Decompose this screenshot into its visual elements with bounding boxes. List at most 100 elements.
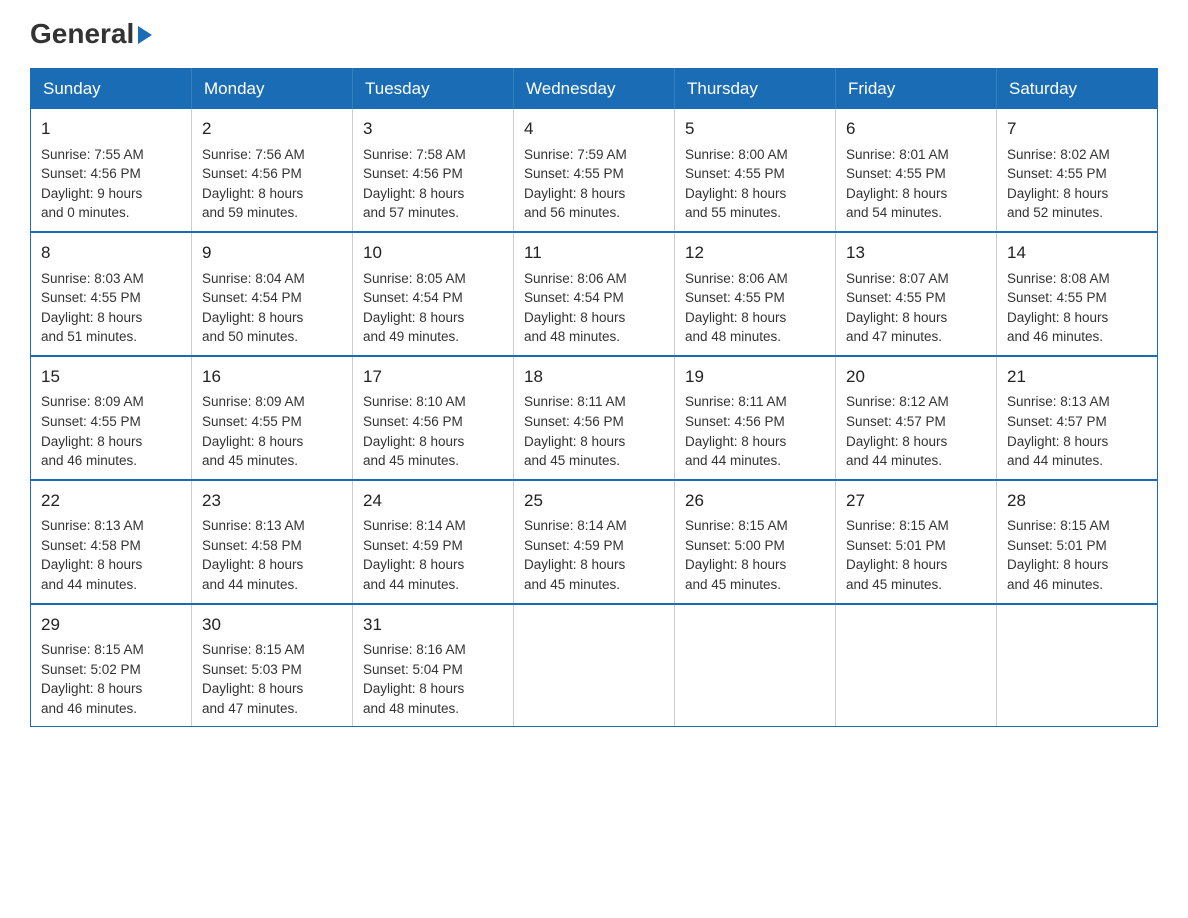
day-number: 10 xyxy=(363,241,503,266)
daylight-minutes: and 45 minutes. xyxy=(363,453,459,468)
calendar-week-1: 1 Sunrise: 7:55 AM Sunset: 4:56 PM Daylight… xyxy=(31,109,1158,232)
calendar-week-2: 8 Sunrise: 8:03 AM Sunset: 4:55 PM Daylight… xyxy=(31,232,1158,356)
sunrise: Sunrise: 8:04 AM xyxy=(202,271,305,286)
calendar-day: 2Sunrise: 7:56 AMSunset: 4:56 PMDaylight… xyxy=(192,109,353,232)
daylight: Daylight: 8 hours xyxy=(524,310,625,325)
sunrise: Sunrise: 8:15 AM xyxy=(685,518,788,533)
sunset: Sunset: 4:54 PM xyxy=(363,290,463,305)
daylight-minutes: and 50 minutes. xyxy=(202,329,298,344)
calendar-day xyxy=(675,604,836,727)
daylight: Daylight: 8 hours xyxy=(1007,310,1108,325)
logo-general-text: General xyxy=(30,20,152,48)
daylight-minutes: and 45 minutes. xyxy=(846,577,942,592)
sunset: Sunset: 4:55 PM xyxy=(41,290,141,305)
calendar-day: 22Sunrise: 8:13 AMSunset: 4:58 PMDayligh… xyxy=(31,480,192,604)
daylight-minutes: and 46 minutes. xyxy=(41,701,137,716)
sunrise: Sunrise: 7:59 AM xyxy=(524,147,627,162)
daylight: Daylight: 8 hours xyxy=(363,434,464,449)
calendar-day: 4Sunrise: 7:59 AMSunset: 4:55 PMDaylight… xyxy=(514,109,675,232)
daylight: Daylight: 8 hours xyxy=(41,434,142,449)
calendar-day xyxy=(997,604,1158,727)
calendar-day: 10Sunrise: 8:05 AMSunset: 4:54 PMDayligh… xyxy=(353,232,514,356)
calendar-week-4: 22 Sunrise: 8:13 AM Sunset: 4:58 PM Dayligh… xyxy=(31,480,1158,604)
daylight: Daylight: 8 hours xyxy=(363,310,464,325)
daylight: Daylight: 8 hours xyxy=(202,681,303,696)
calendar-day: 17Sunrise: 8:10 AMSunset: 4:56 PMDayligh… xyxy=(353,356,514,480)
day-number: 1 xyxy=(41,117,181,142)
calendar-day: 12Sunrise: 8:06 AMSunset: 4:55 PMDayligh… xyxy=(675,232,836,356)
daylight-minutes: and 59 minutes. xyxy=(202,205,298,220)
sunset: Sunset: 4:55 PM xyxy=(685,290,785,305)
sunrise: Sunrise: 8:02 AM xyxy=(1007,147,1110,162)
daylight-minutes: and 54 minutes. xyxy=(846,205,942,220)
day-number: 12 xyxy=(685,241,825,266)
weekday-header-monday: Monday xyxy=(192,69,353,110)
sunrise: Sunrise: 8:13 AM xyxy=(1007,394,1110,409)
day-number: 14 xyxy=(1007,241,1147,266)
calendar-day: 1Sunrise: 7:55 AMSunset: 4:56 PMDaylight… xyxy=(31,109,192,232)
sunset: Sunset: 4:55 PM xyxy=(41,414,141,429)
sunset: Sunset: 4:55 PM xyxy=(1007,290,1107,305)
daylight: Daylight: 8 hours xyxy=(41,310,142,325)
sunset: Sunset: 4:57 PM xyxy=(846,414,946,429)
page-header: General xyxy=(30,20,1158,48)
sunrise: Sunrise: 8:03 AM xyxy=(41,271,144,286)
daylight-minutes: and 48 minutes. xyxy=(363,701,459,716)
sunrise: Sunrise: 8:14 AM xyxy=(363,518,466,533)
sunset: Sunset: 4:54 PM xyxy=(524,290,624,305)
day-number: 16 xyxy=(202,365,342,390)
calendar-day xyxy=(514,604,675,727)
day-number: 9 xyxy=(202,241,342,266)
daylight: Daylight: 8 hours xyxy=(363,186,464,201)
day-number: 23 xyxy=(202,489,342,514)
calendar-day: 16Sunrise: 8:09 AMSunset: 4:55 PMDayligh… xyxy=(192,356,353,480)
sunrise: Sunrise: 8:13 AM xyxy=(202,518,305,533)
sunset: Sunset: 5:03 PM xyxy=(202,662,302,677)
sunset: Sunset: 4:54 PM xyxy=(202,290,302,305)
sunrise: Sunrise: 8:08 AM xyxy=(1007,271,1110,286)
day-number: 8 xyxy=(41,241,181,266)
sunset: Sunset: 4:59 PM xyxy=(524,538,624,553)
day-number: 18 xyxy=(524,365,664,390)
sunset: Sunset: 5:02 PM xyxy=(41,662,141,677)
sunrise: Sunrise: 7:55 AM xyxy=(41,147,144,162)
calendar-day: 18Sunrise: 8:11 AMSunset: 4:56 PMDayligh… xyxy=(514,356,675,480)
daylight-minutes: and 44 minutes. xyxy=(41,577,137,592)
daylight: Daylight: 8 hours xyxy=(363,557,464,572)
sunset: Sunset: 4:55 PM xyxy=(524,166,624,181)
weekday-header-friday: Friday xyxy=(836,69,997,110)
day-number: 11 xyxy=(524,241,664,266)
sunrise: Sunrise: 7:56 AM xyxy=(202,147,305,162)
sunrise: Sunrise: 8:12 AM xyxy=(846,394,949,409)
sunset: Sunset: 4:55 PM xyxy=(1007,166,1107,181)
day-number: 7 xyxy=(1007,117,1147,142)
weekday-header-wednesday: Wednesday xyxy=(514,69,675,110)
day-number: 22 xyxy=(41,489,181,514)
calendar-day: 9Sunrise: 8:04 AMSunset: 4:54 PMDaylight… xyxy=(192,232,353,356)
sunset: Sunset: 4:58 PM xyxy=(41,538,141,553)
calendar-day: 5Sunrise: 8:00 AMSunset: 4:55 PMDaylight… xyxy=(675,109,836,232)
calendar-week-3: 15Sunrise: 8:09 AMSunset: 4:55 PMDayligh… xyxy=(31,356,1158,480)
daylight-minutes: and 45 minutes. xyxy=(685,577,781,592)
day-number: 19 xyxy=(685,365,825,390)
sunset: Sunset: 4:56 PM xyxy=(202,166,302,181)
daylight-minutes: and 51 minutes. xyxy=(41,329,137,344)
daylight-minutes: and 45 minutes. xyxy=(202,453,298,468)
day-number: 26 xyxy=(685,489,825,514)
sunrise: Sunrise: 8:00 AM xyxy=(685,147,788,162)
daylight-minutes: and 44 minutes. xyxy=(685,453,781,468)
day-number: 28 xyxy=(1007,489,1147,514)
sunset: Sunset: 4:55 PM xyxy=(846,290,946,305)
calendar-day: 13Sunrise: 8:07 AMSunset: 4:55 PMDayligh… xyxy=(836,232,997,356)
calendar-day: 30Sunrise: 8:15 AMSunset: 5:03 PMDayligh… xyxy=(192,604,353,727)
daylight-minutes: and 44 minutes. xyxy=(202,577,298,592)
calendar-day: 26Sunrise: 8:15 AMSunset: 5:00 PMDayligh… xyxy=(675,480,836,604)
calendar-day: 28Sunrise: 8:15 AMSunset: 5:01 PMDayligh… xyxy=(997,480,1158,604)
calendar-day: 3Sunrise: 7:58 AMSunset: 4:56 PMDaylight… xyxy=(353,109,514,232)
daylight: Daylight: 8 hours xyxy=(685,186,786,201)
daylight-minutes: and 0 minutes. xyxy=(41,205,130,220)
daylight: Daylight: 8 hours xyxy=(41,681,142,696)
daylight-minutes: and 48 minutes. xyxy=(524,329,620,344)
calendar-day: 7Sunrise: 8:02 AMSunset: 4:55 PMDaylight… xyxy=(997,109,1158,232)
calendar-day: 20Sunrise: 8:12 AMSunset: 4:57 PMDayligh… xyxy=(836,356,997,480)
